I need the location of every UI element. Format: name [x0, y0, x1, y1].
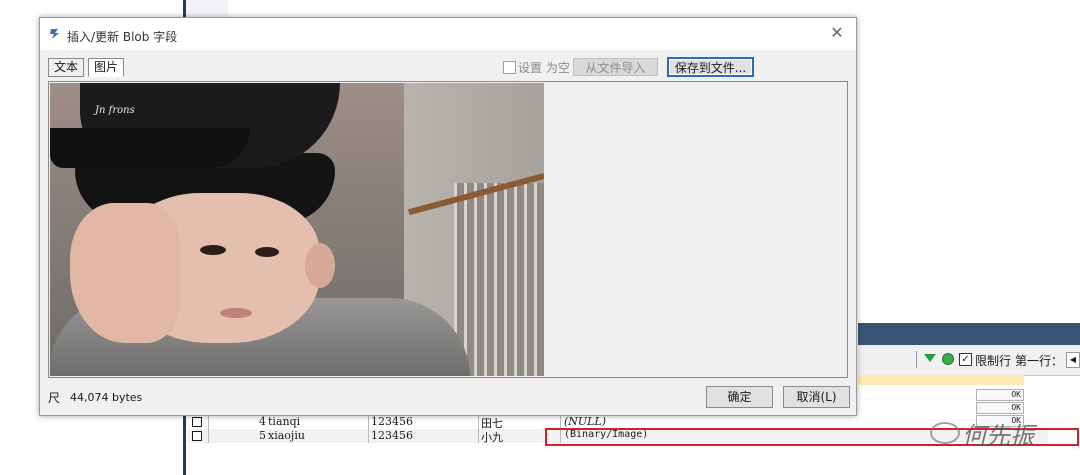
import-from-file-button[interactable]: 从文件导入 — [573, 58, 658, 76]
photo-ear — [305, 243, 335, 288]
tab-text[interactable]: 文本 — [48, 58, 85, 77]
status-cell: OK — [976, 389, 1024, 401]
first-row-label: 第一行： — [1015, 354, 1064, 368]
grid-header-row — [858, 375, 1024, 385]
cell-id[interactable]: 5 — [230, 429, 266, 442]
table-row[interactable]: 4 tianqi 123456 田七 (NULL) — [188, 415, 1048, 430]
filter-icon[interactable] — [924, 354, 936, 362]
dialog-titlebar[interactable]: 插入/更新 Blob 字段 ✕ — [40, 18, 856, 50]
cell-blob[interactable]: (NULL) — [564, 415, 606, 428]
row-select-checkbox[interactable] — [192, 417, 202, 427]
blob-editor-dialog: 插入/更新 Blob 字段 ✕ 文本 图片 设置 为空 从文件导入 保存到文件.… — [39, 17, 857, 416]
photo-eye — [255, 247, 279, 257]
column-divider — [478, 415, 479, 429]
nav-left-icon[interactable]: ◀ — [1066, 352, 1080, 368]
ok-button[interactable]: 确定 — [706, 386, 773, 408]
limit-rows-label: 限制行 — [975, 354, 1012, 368]
cell-name[interactable]: tianqi — [268, 415, 300, 428]
column-divider — [208, 429, 209, 443]
photo-lips — [220, 308, 252, 318]
cell-password[interactable]: 123456 — [371, 429, 413, 442]
toolbar-separator — [916, 351, 917, 368]
app-logo-icon — [50, 29, 59, 39]
photo-cap-logo: Jn frons — [95, 105, 135, 116]
blob-image-preview: Jn frons — [50, 83, 544, 376]
wechat-icon — [930, 422, 960, 444]
row-select-checkbox[interactable] — [192, 431, 202, 441]
close-icon[interactable]: ✕ — [828, 24, 846, 42]
status-cell: OK — [976, 402, 1024, 414]
blob-size-text: 44,074 bytes — [70, 391, 143, 404]
set-null-label: 设置 为空 — [518, 61, 570, 75]
column-divider — [560, 415, 561, 429]
cell-password[interactable]: 123456 — [371, 415, 413, 428]
refresh-icon[interactable] — [942, 353, 954, 365]
column-divider — [208, 415, 209, 429]
tab-image[interactable]: 图片 — [88, 58, 125, 77]
column-divider — [368, 415, 369, 429]
photo-eye — [200, 245, 226, 255]
cell-id[interactable]: 4 — [230, 415, 266, 428]
photo-cap-brim — [50, 128, 250, 168]
column-divider — [368, 429, 369, 443]
watermark-text: 何先振 — [962, 422, 1034, 450]
save-to-file-button[interactable]: 保存到文件... — [667, 57, 754, 77]
dialog-title: 插入/更新 Blob 字段 — [67, 30, 178, 44]
limit-rows-checkbox[interactable]: ✓ — [959, 353, 972, 366]
grid-header-bar — [858, 323, 1080, 345]
photo-railing — [454, 183, 544, 376]
cancel-button[interactable]: 取消(L) — [783, 386, 850, 408]
cell-cn-name[interactable]: 小九 — [481, 429, 503, 445]
cell-name[interactable]: xiaojiu — [268, 429, 305, 442]
set-null-checkbox[interactable] — [503, 61, 516, 74]
photo-hand — [70, 203, 180, 343]
column-divider — [478, 429, 479, 443]
size-icon: 尺 — [48, 391, 61, 405]
grid-toolbar: ✓ 限制行 第一行： ◀ — [858, 345, 1080, 376]
image-preview-frame: Jn frons — [48, 81, 848, 378]
